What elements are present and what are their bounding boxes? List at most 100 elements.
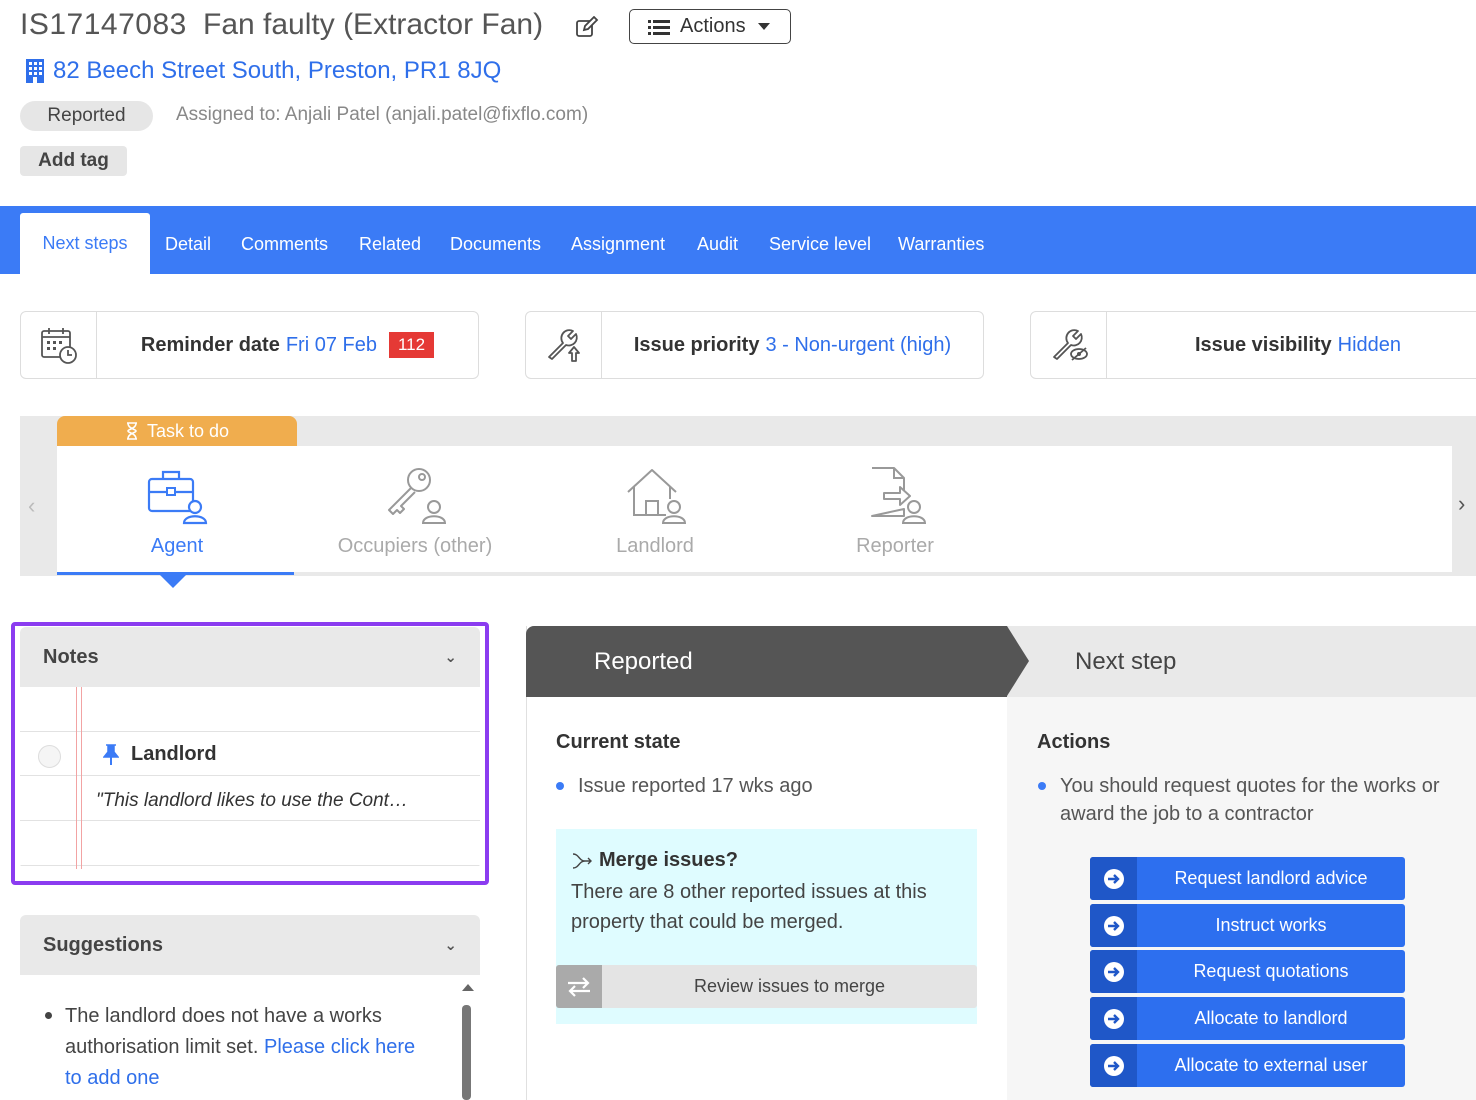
button-label: Request quotations xyxy=(1193,961,1349,981)
role-occupiers[interactable]: Occupiers (other) xyxy=(295,465,535,558)
allocate-to-external-user-button[interactable]: Allocate to external user xyxy=(1090,1044,1405,1087)
hourglass-icon xyxy=(126,422,137,440)
suggestion-item: The landlord does not have a works autho… xyxy=(20,975,480,1100)
address-text: 82 Beech Street South, Preston, PR1 8JQ xyxy=(53,57,502,84)
tab-service-level[interactable]: Service level xyxy=(769,234,871,255)
merge-title: Merge issues? xyxy=(571,849,738,872)
swap-arrows-icon xyxy=(568,976,590,997)
role-reporter-label: Reporter xyxy=(856,535,934,557)
current-state-item: Issue reported 17 wks ago xyxy=(578,775,813,797)
notes-body: Landlord "This landlord likes to use the… xyxy=(20,687,480,869)
note-title-text: Landlord xyxy=(131,743,217,765)
caret-down-icon xyxy=(757,23,770,30)
list-icon xyxy=(648,19,670,35)
button-label: Allocate to external user xyxy=(1174,1055,1368,1075)
role-agent-label: Agent xyxy=(150,535,204,557)
workflow-panel: Reported Next step Current state Issue r… xyxy=(526,626,1476,1100)
add-tag-button[interactable]: Add tag xyxy=(20,146,127,176)
role-agent[interactable]: Agent xyxy=(57,465,297,558)
arrow-circle-right-icon xyxy=(1103,915,1124,936)
actions-item: You should request quotes for the works … xyxy=(1060,775,1440,825)
role-landlord-label: Landlord xyxy=(616,535,694,557)
review-merge-label: Review issues to merge xyxy=(693,976,886,996)
visibility-card[interactable]: Issue visibility Hidden xyxy=(1030,311,1476,379)
button-label: Request landlord advice xyxy=(1174,868,1368,888)
key-user-icon xyxy=(388,468,446,524)
wrench-priority-icon xyxy=(547,329,580,362)
chevron-left-icon[interactable]: ‹ xyxy=(28,493,35,519)
request-landlord-advice-button[interactable]: Request landlord advice xyxy=(1090,857,1405,900)
reminder-label: Reminder date xyxy=(140,333,280,356)
role-reporter[interactable]: Reporter xyxy=(775,465,1015,558)
scrollbar-thumb[interactable] xyxy=(462,1005,471,1100)
property-address-link[interactable]: 82 Beech Street South, Preston, PR1 8JQ xyxy=(25,57,501,85)
button-label: Allocate to landlord xyxy=(1194,1008,1348,1028)
review-merge-button[interactable]: Review issues to merge xyxy=(556,965,977,1008)
issue-id: IS17147083 xyxy=(20,8,187,41)
tab-comments[interactable]: Comments xyxy=(241,234,328,255)
tab-next-steps[interactable]: Next steps xyxy=(20,213,150,274)
visibility-label: Issue visibility xyxy=(1194,333,1332,356)
merge-issues-box: Merge issues? There are 8 other reported… xyxy=(556,829,977,1024)
issue-title: Fan faulty (Extractor Fan) xyxy=(203,8,544,41)
role-landlord[interactable]: Landlord xyxy=(535,465,775,558)
current-state-title: Current state xyxy=(556,731,681,753)
arrow-circle-right-icon xyxy=(1103,1008,1124,1029)
priority-card[interactable]: Issue priority 3 - Non-urgent (high) xyxy=(525,311,984,379)
instruct-works-button[interactable]: Instruct works xyxy=(1090,904,1405,947)
note-select-radio[interactable] xyxy=(38,745,61,768)
notes-title: Notes xyxy=(43,645,99,668)
tab-audit[interactable]: Audit xyxy=(697,234,738,255)
arrow-circle-right-icon xyxy=(1103,961,1124,982)
active-role-pointer xyxy=(159,574,187,588)
priority-value: 3 - Non-urgent (high) xyxy=(765,333,952,356)
reminder-value: Fri 07 Feb xyxy=(285,333,377,356)
merge-title-text: Merge issues? xyxy=(599,849,738,871)
pin-icon xyxy=(103,743,119,765)
chevron-down-icon[interactable]: ⌄ xyxy=(444,648,457,666)
step-arrow xyxy=(1007,626,1029,696)
tab-bar: Next steps Detail Comments Related Docum… xyxy=(0,206,1476,274)
briefcase-user-icon xyxy=(147,470,208,525)
chevron-right-icon[interactable]: › xyxy=(1458,491,1465,517)
chevron-down-icon[interactable]: ⌄ xyxy=(444,936,457,954)
document-arrow-user-icon xyxy=(871,467,926,524)
scroll-up-icon[interactable] xyxy=(462,984,474,991)
actions-title: Actions xyxy=(1037,731,1111,753)
arrow-circle-right-icon xyxy=(1103,868,1124,889)
arrow-circle-right-icon xyxy=(1103,1055,1124,1076)
tab-documents[interactable]: Documents xyxy=(450,234,541,255)
next-step-header: Next step xyxy=(1007,626,1476,697)
reminder-card[interactable]: Reminder date Fri 07 Feb 112 xyxy=(20,311,479,379)
status-badge: Reported xyxy=(20,101,153,131)
request-quotations-button[interactable]: Request quotations xyxy=(1090,950,1405,993)
tab-detail[interactable]: Detail xyxy=(165,234,211,255)
actions-label: Actions xyxy=(680,15,746,37)
actions-dropdown[interactable]: Actions xyxy=(629,9,791,44)
task-to-do-label: Task to do xyxy=(57,416,297,446)
building-icon xyxy=(26,59,44,83)
merge-description: There are 8 other reported issues at thi… xyxy=(571,881,927,933)
edit-icon[interactable] xyxy=(575,15,599,38)
allocate-to-landlord-button[interactable]: Allocate to landlord xyxy=(1090,997,1405,1040)
visibility-value: Hidden xyxy=(1337,333,1402,356)
task-to-do-text: Task to do xyxy=(146,420,230,441)
note-item[interactable]: Landlord xyxy=(103,743,217,766)
priority-label: Issue priority xyxy=(633,333,760,356)
calendar-clock-icon xyxy=(40,328,77,364)
suggestions-title: Suggestions xyxy=(43,933,164,956)
suggestions-panel: Suggestions ⌄ The landlord does not have … xyxy=(20,915,480,1100)
tab-assignment[interactable]: Assignment xyxy=(571,234,665,255)
wrench-hidden-icon xyxy=(1052,329,1088,361)
merge-icon xyxy=(572,852,592,869)
button-label: Instruct works xyxy=(1215,915,1327,935)
overdue-badge: 112 xyxy=(388,332,435,358)
assigned-to: Assigned to: Anjali Patel (anjali.patel@… xyxy=(176,104,589,125)
tab-warranties[interactable]: Warranties xyxy=(898,234,984,255)
notes-panel: Notes ⌄ Landlord "This landlord likes to … xyxy=(20,627,480,869)
current-state-header: Reported xyxy=(526,626,1007,697)
tab-related[interactable]: Related xyxy=(359,234,421,255)
house-user-icon xyxy=(627,469,686,524)
note-preview: "This landlord likes to use the Cont… xyxy=(96,790,408,811)
role-occupiers-label: Occupiers (other) xyxy=(337,535,493,557)
